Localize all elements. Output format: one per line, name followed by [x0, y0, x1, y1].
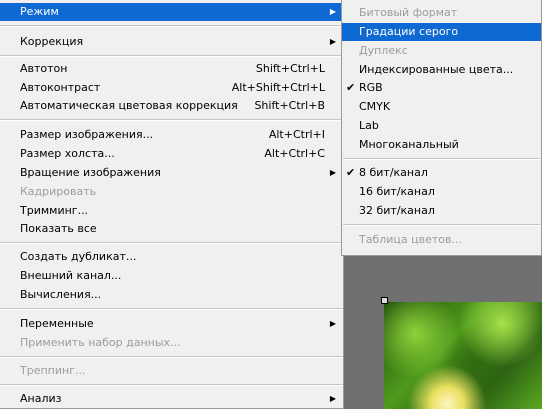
menu-item-auto-contrast[interactable]: Автоконтраст Alt+Shift+Ctrl+L — [0, 79, 343, 97]
menu-separator — [0, 119, 343, 121]
menu-item-crop-label: Кадрировать — [20, 185, 97, 198]
image-menu: Режим ▶ Коррекция ▶ Автотон Shift+Ctrl+L… — [0, 0, 344, 409]
submenu-arrow-icon: ▶ — [329, 168, 336, 177]
submenu-item-color-table-label: Таблица цветов... — [359, 233, 462, 246]
menu-item-image-rotation-label: Вращение изображения — [20, 166, 161, 179]
menu-item-canvas-size[interactable]: Размер холста... Alt+Ctrl+C — [0, 145, 343, 163]
menu-item-apply-data-set: Применить набор данных... — [0, 334, 343, 352]
submenu-item-rgb-label: RGB — [359, 81, 383, 94]
menu-item-duplicate[interactable]: Создать дубликат... — [0, 248, 343, 266]
submenu-arrow-icon: ▶ — [329, 319, 336, 328]
menu-item-analysis-label: Анализ — [20, 392, 62, 405]
document-image[interactable] — [384, 302, 542, 409]
submenu-item-lab[interactable]: Lab — [342, 117, 541, 135]
menu-separator — [0, 25, 343, 27]
submenu-item-32-bit[interactable]: 32 бит/канал — [342, 202, 541, 220]
menu-separator — [343, 224, 540, 226]
menu-item-calculations-label: Вычисления... — [20, 288, 102, 301]
menu-item-auto-contrast-label: Автоконтраст — [20, 81, 101, 94]
menu-item-auto-color-shortcut: Shift+Ctrl+B — [254, 99, 325, 112]
menu-item-reveal-all[interactable]: Показать все — [0, 220, 343, 238]
menu-item-apply-data-set-label: Применить набор данных... — [20, 336, 181, 349]
menu-separator — [0, 356, 343, 358]
menu-separator — [0, 384, 343, 386]
submenu-arrow-icon: ▶ — [329, 394, 336, 403]
submenu-item-rgb[interactable]: ✔ RGB — [342, 79, 541, 97]
menu-item-auto-contrast-shortcut: Alt+Shift+Ctrl+L — [231, 81, 325, 94]
menu-item-canvas-size-shortcut: Alt+Ctrl+C — [264, 147, 325, 160]
submenu-item-lab-label: Lab — [359, 119, 379, 132]
submenu-item-duotone: Дуплекс — [342, 42, 541, 60]
submenu-item-multichannel-label: Многоканальный — [359, 138, 459, 151]
menu-item-trim[interactable]: Тримминг... — [0, 202, 343, 220]
submenu-arrow-icon: ▶ — [329, 7, 336, 16]
menu-item-mode[interactable]: Режим ▶ — [0, 3, 343, 21]
menu-separator — [343, 158, 540, 160]
submenu-arrow-icon: ▶ — [329, 37, 336, 46]
menu-item-variables-label: Переменные — [20, 317, 94, 330]
submenu-item-32-bit-label: 32 бит/канал — [359, 204, 435, 217]
menu-item-mode-label: Режим — [20, 5, 59, 18]
menu-item-image-size-label: Размер изображения... — [20, 128, 154, 141]
menu-item-auto-color-label: Автоматическая цветовая коррекция — [20, 99, 238, 112]
menu-item-calculations[interactable]: Вычисления... — [0, 286, 343, 304]
submenu-item-indexed-color[interactable]: Индексированные цвета... — [342, 61, 541, 79]
submenu-item-cmyk-label: CMYK — [359, 100, 391, 113]
submenu-item-indexed-color-label: Индексированные цвета... — [359, 63, 514, 76]
submenu-item-grayscale[interactable]: Градации серого — [342, 23, 541, 41]
menu-item-auto-tone-shortcut: Shift+Ctrl+L — [255, 62, 325, 75]
menu-item-auto-tone[interactable]: Автотон Shift+Ctrl+L — [0, 60, 343, 78]
menu-item-duplicate-label: Создать дубликат... — [20, 250, 137, 263]
submenu-item-8-bit[interactable]: ✔ 8 бит/канал — [342, 164, 541, 182]
menu-item-image-size-shortcut: Alt+Ctrl+I — [268, 128, 325, 141]
menu-item-auto-color[interactable]: Автоматическая цветовая коррекция Shift+… — [0, 97, 343, 115]
menu-item-trap-label: Треппинг... — [20, 364, 86, 377]
menu-item-image-rotation[interactable]: Вращение изображения ▶ — [0, 164, 343, 182]
submenu-item-duotone-label: Дуплекс — [359, 44, 408, 57]
menu-separator — [0, 308, 343, 310]
menu-item-adjustments[interactable]: Коррекция ▶ — [0, 33, 343, 51]
submenu-item-16-bit[interactable]: 16 бит/канал — [342, 183, 541, 201]
submenu-item-cmyk[interactable]: CMYK — [342, 98, 541, 116]
submenu-item-16-bit-label: 16 бит/канал — [359, 185, 435, 198]
submenu-item-color-table: Таблица цветов... — [342, 231, 541, 249]
menu-item-trap: Треппинг... — [0, 362, 343, 380]
menu-item-adjustments-label: Коррекция — [20, 35, 84, 48]
menu-item-crop: Кадрировать — [0, 183, 343, 201]
menu-separator — [0, 55, 343, 57]
menu-item-analysis[interactable]: Анализ ▶ — [0, 390, 343, 408]
menu-separator — [0, 242, 343, 244]
submenu-item-bitmap: Битовый формат — [342, 4, 541, 22]
menu-item-image-size[interactable]: Размер изображения... Alt+Ctrl+I — [0, 126, 343, 144]
menu-item-apply-image-label: Внешний канал... — [20, 269, 122, 282]
menu-item-reveal-all-label: Показать все — [20, 222, 97, 235]
menu-item-variables[interactable]: Переменные ▶ — [0, 315, 343, 333]
checkmark-icon: ✔ — [346, 81, 356, 94]
menu-item-trim-label: Тримминг... — [20, 204, 89, 217]
selection-handle[interactable] — [381, 297, 388, 304]
menu-item-auto-tone-label: Автотон — [20, 62, 68, 75]
menu-item-canvas-size-label: Размер холста... — [20, 147, 115, 160]
submenu-item-bitmap-label: Битовый формат — [359, 6, 458, 19]
mode-submenu: Битовый формат Градации серого Дуплекс И… — [341, 0, 542, 256]
checkmark-icon: ✔ — [346, 166, 356, 179]
submenu-item-grayscale-label: Градации серого — [359, 25, 459, 38]
submenu-item-multichannel[interactable]: Многоканальный — [342, 136, 541, 154]
submenu-item-8-bit-label: 8 бит/канал — [359, 166, 428, 179]
menu-item-apply-image[interactable]: Внешний канал... — [0, 267, 343, 285]
